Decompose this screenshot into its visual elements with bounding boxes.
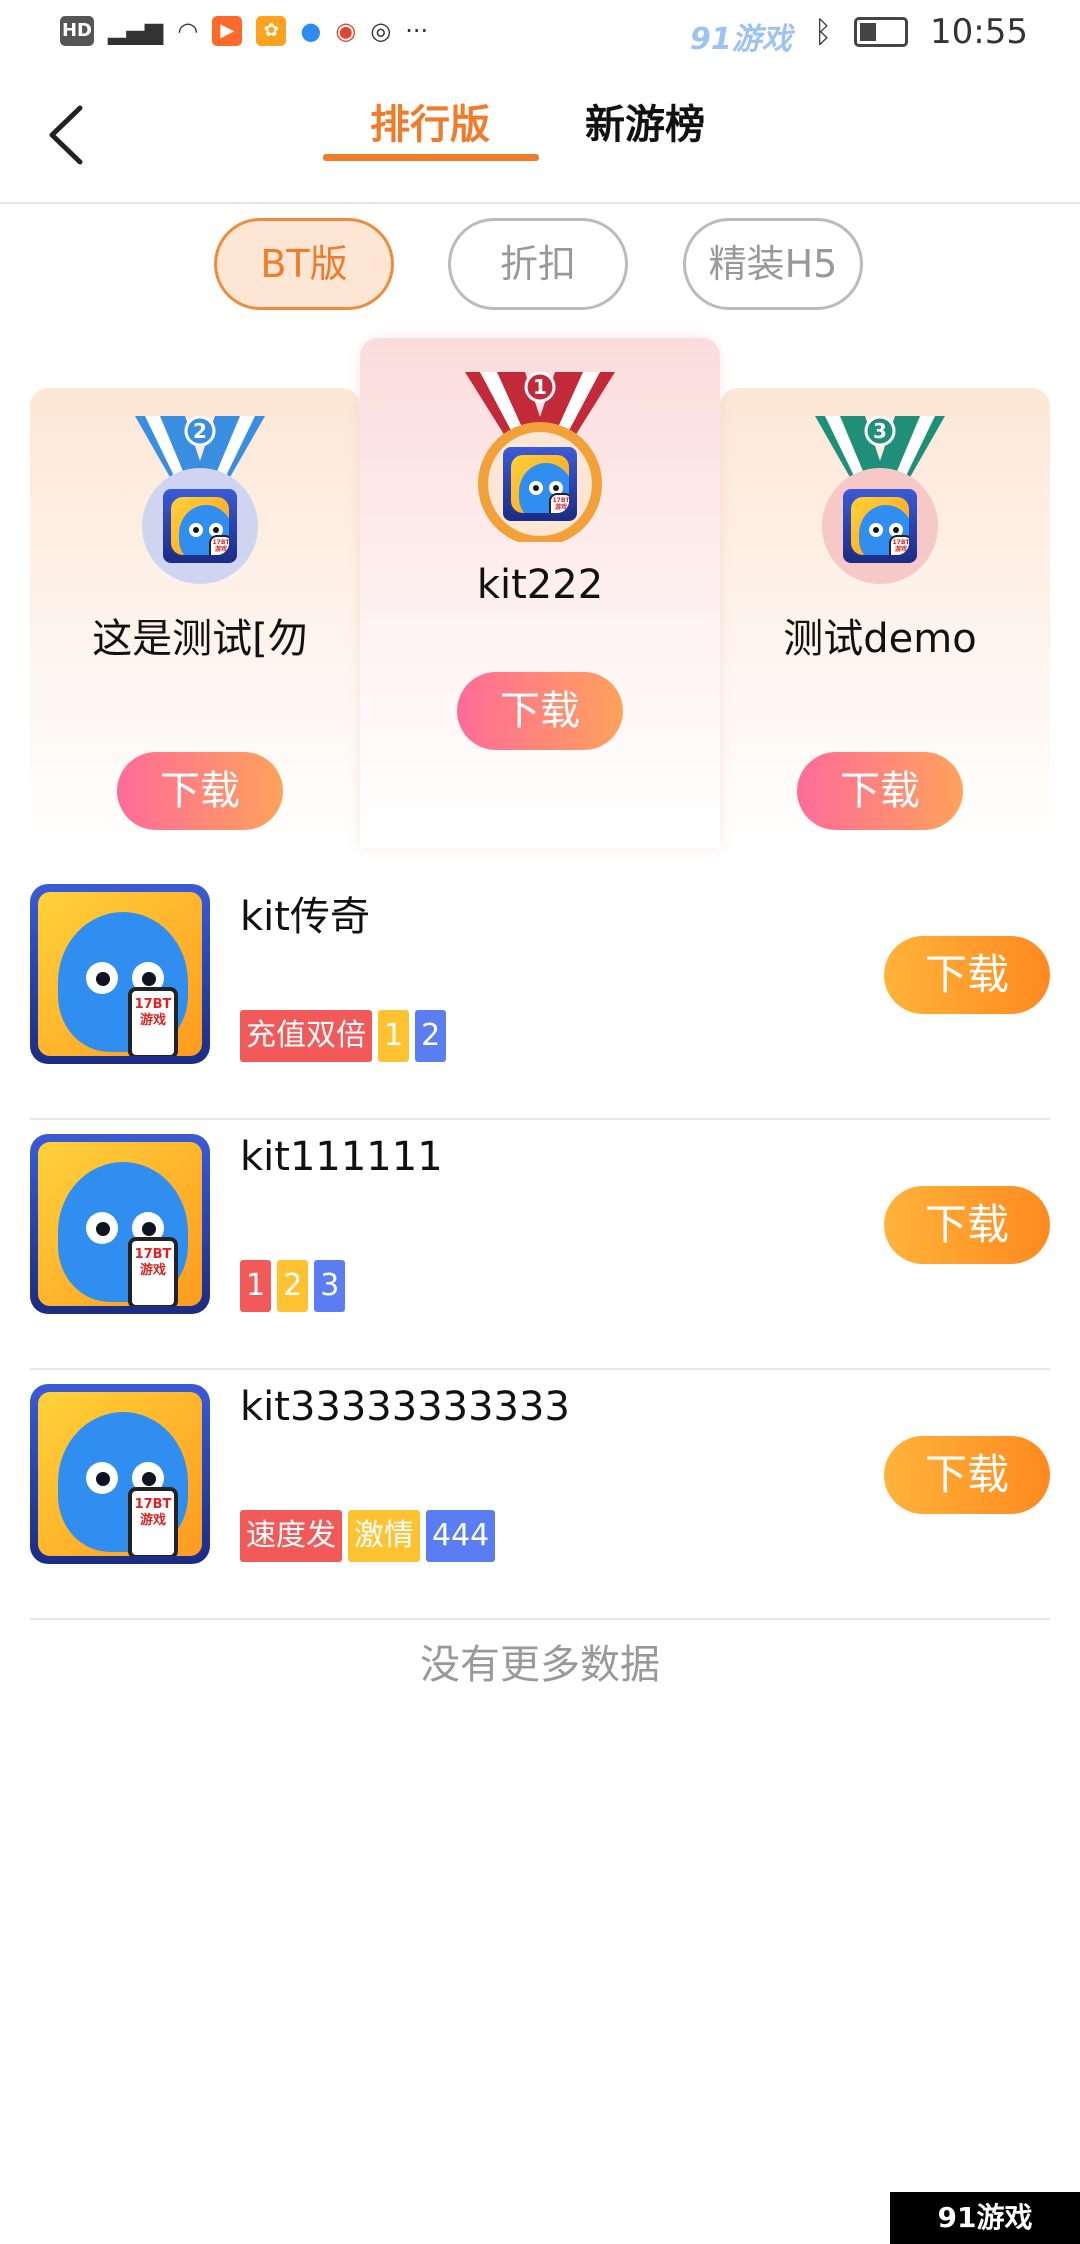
watermark-logo: 91游戏 bbox=[690, 22, 792, 57]
tag-list: 速度发 激情 444 bbox=[240, 1510, 496, 1562]
download-button[interactable]: 下载 bbox=[884, 936, 1050, 1014]
download-button-second[interactable]: 下载 bbox=[117, 752, 283, 830]
tag: 速度发 bbox=[240, 1510, 342, 1562]
tag: 3 bbox=[314, 1260, 346, 1312]
tag: 充值双倍 bbox=[240, 1010, 372, 1062]
game-title: kit33333333333 bbox=[240, 1384, 570, 1430]
globe-icon: ◎ bbox=[370, 17, 392, 45]
podium-first-name: kit222 bbox=[476, 562, 604, 608]
game-icon: 17BT游戏 bbox=[30, 1134, 210, 1314]
podium-third: 3 17BT游戏 测试demo 下载 bbox=[710, 415, 1050, 830]
tag: 1 bbox=[240, 1260, 272, 1312]
game-icon-second: 17BT游戏 bbox=[163, 489, 237, 563]
tab-new-games[interactable]: 新游榜 bbox=[585, 92, 705, 150]
corner-watermark: 91游戏 bbox=[890, 2192, 1080, 2244]
tag: 激情 bbox=[348, 1510, 420, 1562]
medal-second: 2 17BT游戏 bbox=[115, 415, 285, 586]
medal-third: 3 17BT游戏 bbox=[795, 415, 965, 586]
chevron-left-icon bbox=[49, 105, 83, 165]
browser-icon: ● bbox=[300, 17, 322, 45]
top-three-podium: 2 17BT游戏 这是测试[勿 下载 1 17BT游戏 kit222 下载 3 … bbox=[30, 338, 1050, 848]
game-icon: 17BT游戏 bbox=[30, 1384, 210, 1564]
status-bar: HD ▂▄▆ ◠ ▶ ✿ ● ◉ ◎ ··· 91游戏 ᛒ 10:55 bbox=[0, 0, 1080, 72]
podium-second-name: 这是测试[勿 bbox=[92, 616, 308, 662]
game-icon-first: 17BT游戏 bbox=[503, 447, 577, 521]
svg-text:1: 1 bbox=[533, 375, 547, 399]
tag: 444 bbox=[426, 1510, 496, 1562]
game-icon-third: 17BT游戏 bbox=[843, 489, 917, 563]
podium-second: 2 17BT游戏 这是测试[勿 下载 bbox=[30, 415, 370, 830]
tag: 2 bbox=[415, 1010, 447, 1062]
back-button[interactable] bbox=[40, 100, 100, 170]
filter-h5[interactable]: 精装H5 bbox=[683, 218, 863, 310]
game-title: kit111111 bbox=[240, 1134, 443, 1180]
medal-first: 1 17BT游戏 bbox=[455, 371, 625, 546]
top-header: 排行版 新游榜 bbox=[0, 72, 1080, 204]
wifi-icon: ◠ bbox=[177, 17, 199, 45]
game-title: kit传奇 bbox=[240, 894, 370, 940]
battery-icon bbox=[854, 17, 909, 47]
hd-icon: HD bbox=[60, 16, 94, 46]
tag: 2 bbox=[277, 1260, 309, 1312]
clock: 10:55 bbox=[930, 12, 1028, 52]
tag-list: 充值双倍 1 2 bbox=[240, 1010, 447, 1062]
tab-ranking[interactable]: 排行版 bbox=[370, 92, 490, 150]
video-app-icon: ▶ bbox=[212, 16, 243, 46]
svg-text:3: 3 bbox=[873, 419, 887, 443]
more-dots-icon: ··· bbox=[405, 17, 429, 45]
tag: 1 bbox=[378, 1010, 410, 1062]
kuaishou-icon: ✿ bbox=[256, 16, 287, 46]
status-right: ᛒ 10:55 bbox=[814, 12, 1028, 52]
signal-icon: ▂▄▆ bbox=[108, 17, 164, 45]
list-item[interactable]: 17BT游戏 kit33333333333 速度发 激情 444 下载 bbox=[30, 1370, 1050, 1620]
download-button-third[interactable]: 下载 bbox=[797, 752, 963, 830]
filter-chips: BT版 折扣 精装H5 bbox=[0, 218, 1080, 314]
active-tab-indicator bbox=[323, 154, 539, 161]
game-icon: 17BT游戏 bbox=[30, 884, 210, 1064]
list-item[interactable]: 17BT游戏 kit传奇 充值双倍 1 2 下载 bbox=[30, 870, 1050, 1120]
tag-list: 1 2 3 bbox=[240, 1260, 346, 1312]
bluetooth-icon: ᛒ bbox=[814, 14, 833, 50]
list-item[interactable]: 17BT游戏 kit111111 1 2 3 下载 bbox=[30, 1120, 1050, 1370]
chrome-icon: ◉ bbox=[335, 17, 357, 45]
download-button[interactable]: 下载 bbox=[884, 1186, 1050, 1264]
game-list: 17BT游戏 kit传奇 充值双倍 1 2 下载 17BT游戏 kit11111… bbox=[30, 870, 1050, 1620]
download-button-first[interactable]: 下载 bbox=[457, 672, 623, 750]
filter-discount[interactable]: 折扣 bbox=[448, 218, 628, 310]
status-left: HD ▂▄▆ ◠ ▶ ✿ ● ◉ ◎ ··· bbox=[60, 16, 428, 46]
podium-first: 1 17BT游戏 kit222 下载 bbox=[370, 371, 710, 750]
download-button[interactable]: 下载 bbox=[884, 1436, 1050, 1514]
svg-text:2: 2 bbox=[193, 419, 207, 443]
no-more-data-text: 没有更多数据 bbox=[420, 1642, 660, 1688]
filter-bt[interactable]: BT版 bbox=[214, 218, 394, 310]
podium-third-name: 测试demo bbox=[783, 616, 977, 662]
